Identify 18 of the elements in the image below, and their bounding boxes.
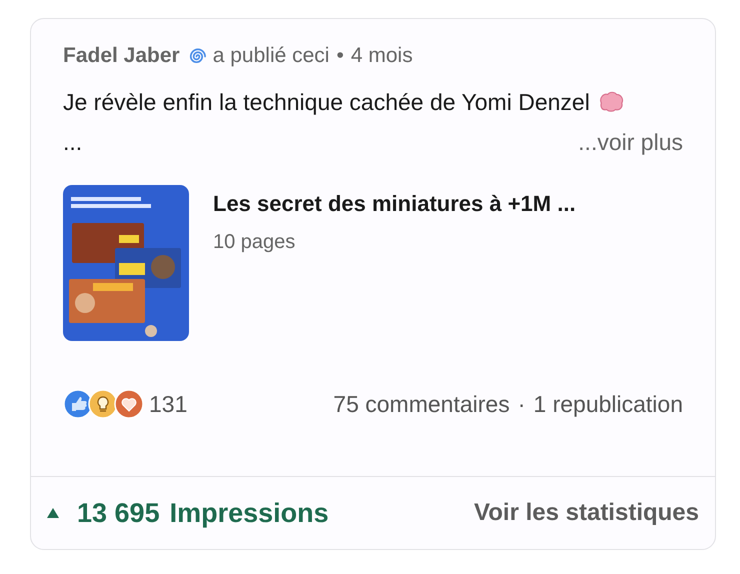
page-count: 10 pages (213, 231, 296, 254)
see-more-link[interactable]: ...voir plus (578, 122, 683, 162)
document-title[interactable]: Les secret des miniatures à +1M ... (213, 191, 576, 217)
reposts-count[interactable]: 1 republication (533, 390, 683, 418)
comments-count[interactable]: 75 commentaires (333, 390, 510, 418)
separator-dot: • (336, 44, 344, 68)
separator-dot: · (518, 390, 526, 418)
ellipsis-text: ... (63, 129, 82, 155)
action-text: a publié ceci (212, 44, 330, 68)
post-text: Je révèle enfin la technique cachée de Yomi Denzel (63, 89, 590, 115)
view-stats-link[interactable]: Voir les statistiques (474, 499, 699, 527)
reaction-count[interactable]: 131 (149, 390, 188, 418)
up-arrow-icon (47, 508, 59, 518)
impressions-count: 13 695 (77, 498, 160, 528)
impressions-label: Impressions (170, 498, 329, 528)
brain-icon (598, 91, 624, 113)
author-name[interactable]: Fadel Jaber (63, 44, 180, 68)
post-time: 4 mois (350, 44, 413, 68)
